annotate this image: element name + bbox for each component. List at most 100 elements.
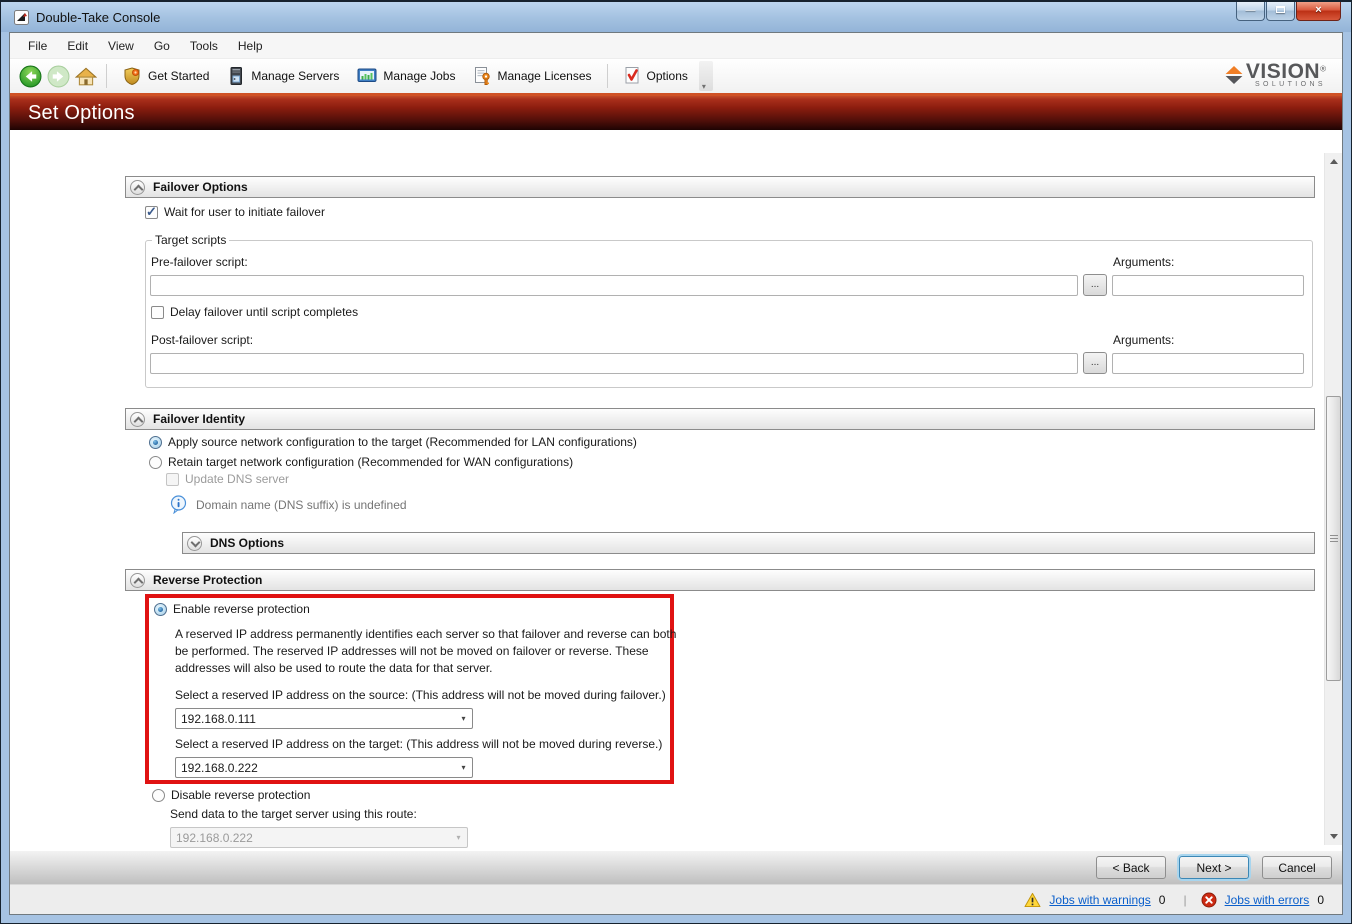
dns-info-text: Domain name (DNS suffix) is undefined — [196, 498, 407, 512]
vision-logo-mark-icon — [1222, 63, 1246, 87]
manage-jobs-button[interactable]: Manage Jobs — [348, 63, 464, 89]
titlebar: Double-Take Console — × — [1, 2, 1351, 32]
maximize-button[interactable] — [1266, 2, 1295, 21]
update-dns-checkbox[interactable] — [166, 473, 179, 486]
section-title: DNS Options — [210, 536, 284, 550]
annotation-highlight-box: Enable reverse protection A reserved IP … — [145, 594, 674, 784]
scroll-down-arrow-icon[interactable] — [1325, 828, 1342, 845]
retain-target-network-label: Retain target network configuration (Rec… — [168, 455, 573, 469]
delay-failover-checkbox[interactable] — [151, 306, 164, 319]
menu-tools[interactable]: Tools — [180, 35, 228, 57]
license-document-icon — [473, 66, 491, 86]
pre-arguments-label: Arguments: — [1112, 249, 1304, 274]
retain-target-network-row: Retain target network configuration (Rec… — [149, 455, 1315, 469]
chevron-down-icon: ▾ — [702, 82, 706, 91]
disable-reverse-protection-label: Disable reverse protection — [171, 788, 310, 802]
back-icon — [19, 65, 42, 88]
options-check-icon — [623, 66, 641, 86]
status-bar: Jobs with warnings 0 | Jobs with errors … — [10, 884, 1342, 914]
scroll-up-arrow-icon[interactable] — [1325, 153, 1342, 170]
menu-view[interactable]: View — [98, 35, 144, 57]
client-area: File Edit View Go Tools Help — [9, 32, 1343, 915]
scrollbar-thumb[interactable] — [1326, 396, 1341, 681]
menu-file[interactable]: File — [18, 35, 57, 57]
status-separator: | — [1183, 893, 1186, 907]
reserved-ip-source-dropdown[interactable]: 192.168.0.111 ▾ — [175, 708, 473, 729]
manage-licenses-button[interactable]: Manage Licenses — [464, 62, 600, 90]
post-failover-script-input[interactable] — [150, 353, 1078, 374]
post-failover-browse-button[interactable]: ... — [1083, 352, 1107, 374]
jobs-with-errors-link[interactable]: Jobs with errors — [1225, 893, 1310, 907]
get-started-button[interactable]: Get Started — [113, 62, 218, 90]
app-icon — [14, 10, 29, 25]
expand-chevron-icon[interactable] — [187, 536, 202, 551]
vertical-scrollbar[interactable] — [1324, 153, 1342, 845]
shield-icon — [122, 66, 142, 86]
toolbar: Get Started Manage Servers — [10, 59, 1342, 93]
jobs-with-warnings-link[interactable]: Jobs with warnings — [1049, 893, 1150, 907]
collapse-chevron-icon[interactable] — [130, 412, 145, 427]
menu-edit[interactable]: Edit — [57, 35, 98, 57]
menu-bar: File Edit View Go Tools Help — [10, 33, 1342, 59]
forward-icon — [47, 65, 70, 88]
disable-reverse-protection-row: Disable reverse protection — [152, 788, 1315, 802]
vision-solutions-logo: VISION® SOLUTIONS — [1222, 62, 1326, 88]
manage-jobs-label: Manage Jobs — [383, 69, 455, 83]
cancel-wizard-button[interactable]: Cancel — [1262, 856, 1332, 879]
retain-target-network-radio[interactable] — [149, 456, 162, 469]
app-window: Double-Take Console — × File Edit View G… — [0, 0, 1352, 924]
enable-reverse-protection-radio[interactable] — [154, 603, 167, 616]
pre-arguments-input[interactable] — [1112, 275, 1304, 296]
next-wizard-button[interactable]: Next > — [1179, 856, 1249, 879]
target-scripts-group: Target scripts Pre-failover script: Argu… — [145, 233, 1313, 388]
close-button[interactable]: × — [1296, 2, 1341, 21]
info-balloon-icon — [170, 495, 187, 514]
dns-info-row: Domain name (DNS suffix) is undefined — [170, 495, 1315, 514]
section-header-failover-options[interactable]: Failover Options — [125, 176, 1315, 198]
manage-servers-button[interactable]: Manage Servers — [218, 62, 348, 90]
disable-reverse-protection-radio[interactable] — [152, 789, 165, 802]
collapse-chevron-icon[interactable] — [130, 573, 145, 588]
section-header-dns-options[interactable]: DNS Options — [182, 532, 1315, 554]
manage-servers-label: Manage Servers — [251, 69, 339, 83]
minimize-button[interactable]: — — [1236, 2, 1265, 21]
section-title: Failover Identity — [153, 412, 245, 426]
home-button[interactable] — [74, 64, 98, 88]
wizard-button-bar: < Back Next > Cancel — [10, 850, 1342, 884]
delay-failover-label: Delay failover until script completes — [170, 305, 358, 319]
pre-failover-browse-button[interactable]: ... — [1083, 274, 1107, 296]
pre-failover-script-label: Pre-failover script: — [150, 249, 1078, 274]
delay-failover-row: Delay failover until script completes — [151, 305, 1304, 319]
logo-subtitle: SOLUTIONS — [1255, 81, 1326, 88]
options-button[interactable]: Options — [614, 62, 697, 90]
route-dropdown: 192.168.0.222 ▾ — [170, 827, 468, 848]
maximize-icon — [1276, 6, 1285, 13]
reserved-ip-target-value: 192.168.0.222 — [176, 761, 455, 775]
forward-button[interactable] — [46, 64, 70, 88]
apply-source-network-radio[interactable] — [149, 436, 162, 449]
post-failover-script-label: Post-failover script: — [150, 327, 1078, 352]
chevron-down-icon: ▾ — [455, 714, 472, 723]
menu-go[interactable]: Go — [144, 35, 180, 57]
reserved-ip-target-dropdown[interactable]: 192.168.0.222 ▾ — [175, 757, 473, 778]
manage-licenses-label: Manage Licenses — [497, 69, 591, 83]
section-header-failover-identity[interactable]: Failover Identity — [125, 408, 1315, 430]
back-wizard-button[interactable]: < Back — [1096, 856, 1166, 879]
jobs-with-errors-count: 0 — [1317, 893, 1324, 907]
toolbar-overflow-button[interactable]: ▾ — [699, 61, 713, 91]
apply-source-network-label: Apply source network configuration to th… — [168, 435, 637, 449]
pre-failover-script-input[interactable] — [150, 275, 1078, 296]
post-arguments-label: Arguments: — [1112, 327, 1304, 352]
section-header-reverse-protection[interactable]: Reverse Protection — [125, 569, 1315, 591]
jobs-monitor-icon — [357, 67, 377, 85]
wait-for-user-checkbox[interactable] — [145, 206, 158, 219]
back-button[interactable] — [18, 64, 42, 88]
update-dns-row: Update DNS server — [166, 472, 1315, 486]
reserved-ip-source-value: 192.168.0.111 — [176, 712, 455, 726]
post-arguments-input[interactable] — [1112, 353, 1304, 374]
menu-help[interactable]: Help — [228, 35, 273, 57]
jobs-with-warnings-count: 0 — [1159, 893, 1166, 907]
warning-triangle-icon — [1024, 892, 1041, 908]
collapse-chevron-icon[interactable] — [130, 180, 145, 195]
options-label: Options — [647, 69, 688, 83]
